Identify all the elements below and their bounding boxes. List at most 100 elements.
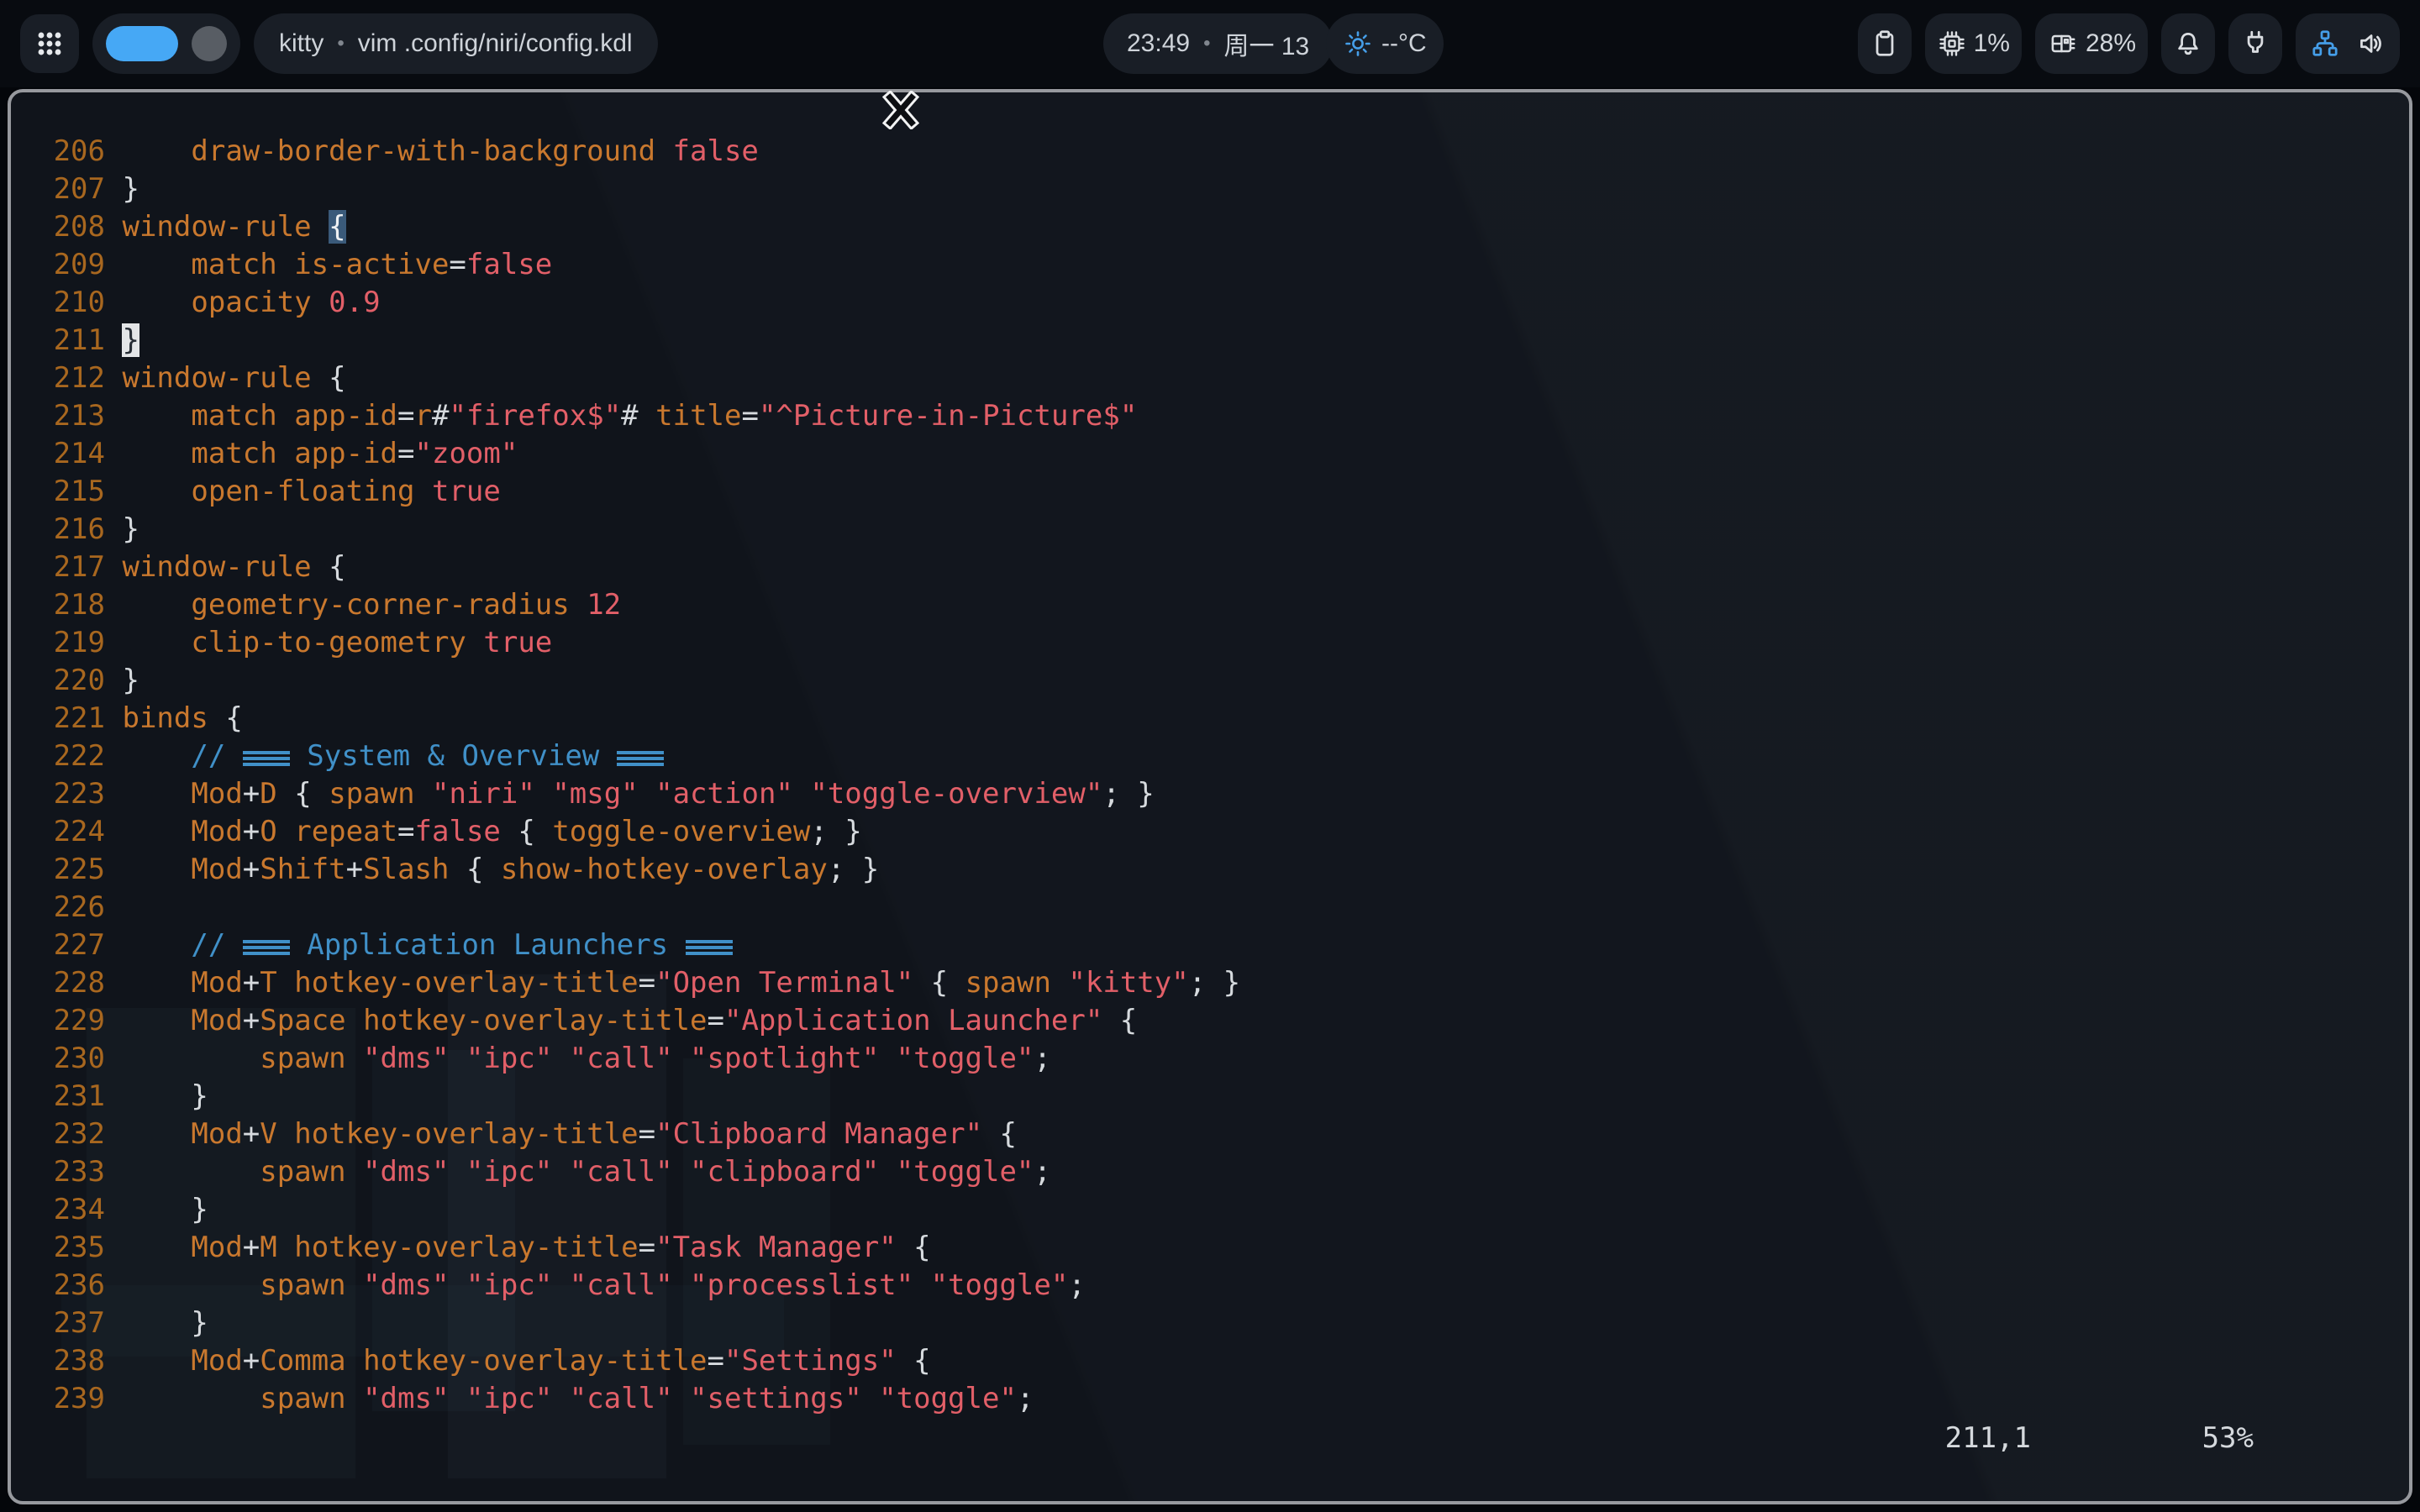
- clock-time: 23:49: [1127, 29, 1190, 58]
- bell-icon: [2172, 28, 2204, 60]
- code-token: "dms" "ipc" "call" "spotlight" "toggle": [363, 1042, 1034, 1075]
- code-token: toggle-overview: [552, 815, 810, 848]
- line-number: 221: [36, 700, 105, 738]
- code-token: }: [122, 172, 139, 206]
- code-token: +: [243, 966, 260, 1000]
- code-token: T hotkey-overlay-title: [260, 966, 638, 1000]
- code-token: }: [122, 1079, 208, 1113]
- line-number: 206: [36, 133, 105, 171]
- code-token: 12: [587, 588, 621, 622]
- code-token: +: [243, 1231, 260, 1264]
- code-token: }: [122, 1193, 208, 1226]
- code-token: {: [897, 1344, 931, 1378]
- workspace-switcher[interactable]: [92, 13, 240, 74]
- code-token: true: [483, 626, 552, 659]
- line-number: 231: [36, 1078, 105, 1116]
- speaker-icon[interactable]: [2354, 28, 2386, 60]
- desktop: kitty • vim .config/niri/config.kdl 23:4…: [0, 0, 2420, 1512]
- code-token: +: [243, 1344, 260, 1378]
- tray-group: [2296, 13, 2400, 74]
- code-line: 230 spawn "dms" "ipc" "call" "spotlight"…: [36, 1040, 2409, 1078]
- clipboard-icon: [1869, 28, 1901, 60]
- code-token: Mod: [191, 1117, 242, 1151]
- code-token: O repeat: [260, 815, 397, 848]
- focused-window-title[interactable]: kitty • vim .config/niri/config.kdl: [254, 13, 658, 74]
- cpu-usage-widget[interactable]: 1%: [1925, 13, 2022, 74]
- line-number: 234: [36, 1191, 105, 1229]
- code-line: 238 Mod+Comma hotkey-overlay-title="Sett…: [36, 1342, 2409, 1380]
- clipboard-button[interactable]: [1858, 13, 1912, 74]
- code-line: 215 open-floating true: [36, 473, 2409, 511]
- code-token: [122, 1042, 260, 1075]
- code-token: =: [639, 966, 655, 1000]
- network-icon[interactable]: [2309, 28, 2341, 60]
- code-token: [122, 739, 191, 773]
- line-number: 208: [36, 208, 105, 246]
- code-token: binds: [122, 701, 225, 735]
- line-number: 232: [36, 1116, 105, 1153]
- code-line: 207 }: [36, 171, 2409, 208]
- code-token: //: [191, 739, 242, 773]
- app-launcher-button[interactable]: [20, 14, 79, 73]
- code-token: [122, 1155, 260, 1189]
- code-token: r: [415, 399, 432, 433]
- code-token: {: [982, 1117, 1017, 1151]
- weather-widget[interactable]: --°C: [1326, 13, 1444, 74]
- vim-ruler-scroll-percent: 53%: [2202, 1420, 2254, 1457]
- power-button[interactable]: [2228, 13, 2282, 74]
- code-token: "^Picture-in-Picture$": [759, 399, 1137, 433]
- code-token: [122, 966, 191, 1000]
- line-number: 238: [36, 1342, 105, 1380]
- code-token: Mod: [191, 853, 242, 886]
- code-token: "Application Launcher": [724, 1004, 1102, 1037]
- line-number: 225: [36, 851, 105, 889]
- line-number: 236: [36, 1267, 105, 1305]
- code-line: 206 draw-border-with-background false: [36, 133, 2409, 171]
- line-number: 227: [36, 927, 105, 964]
- clock-widget[interactable]: 23:49 • 周一 13: [1103, 13, 1333, 74]
- code-token: Space hotkey-overlay-title: [260, 1004, 707, 1037]
- code-token: {: [897, 1231, 931, 1264]
- notifications-button[interactable]: [2161, 13, 2215, 74]
- code-token: "kitty": [1068, 966, 1188, 1000]
- workspace-active-indicator[interactable]: [106, 26, 178, 61]
- code-token: {: [329, 361, 345, 395]
- mouse-cursor-x-icon: [882, 91, 919, 129]
- code-lines: 206 draw-border-with-background false207…: [11, 92, 2409, 1418]
- comment-divider-icon: [686, 940, 733, 955]
- workspace-inactive-indicator[interactable]: [192, 26, 227, 61]
- code-token: #: [621, 399, 638, 433]
- code-line: 231 }: [36, 1078, 2409, 1116]
- code-line: 221 binds {: [36, 700, 2409, 738]
- line-number: 237: [36, 1305, 105, 1342]
- code-token: ; }: [810, 815, 861, 848]
- code-token: +: [243, 1004, 260, 1037]
- code-token: ; }: [1102, 777, 1154, 811]
- code-token: {: [329, 550, 345, 584]
- code-line: 220 }: [36, 662, 2409, 700]
- code-token: spawn: [329, 777, 432, 811]
- code-token: {: [1102, 1004, 1137, 1037]
- code-line: 208 window-rule {: [36, 208, 2409, 246]
- code-token: [122, 1344, 191, 1378]
- code-line: 222 // System & Overview: [36, 738, 2409, 775]
- line-number: 211: [36, 322, 105, 360]
- line-number: 215: [36, 473, 105, 511]
- memory-usage-widget[interactable]: 28%: [2035, 13, 2148, 74]
- code-token: opacity: [191, 286, 329, 319]
- code-token: ; }: [828, 853, 879, 886]
- code-token: +: [243, 815, 260, 848]
- code-token: +: [243, 777, 260, 811]
- code-token: [122, 777, 191, 811]
- code-token: window-rule: [122, 361, 329, 395]
- code-token: "Settings": [724, 1344, 897, 1378]
- code-token: "dms" "ipc" "call" "settings" "toggle": [363, 1382, 1017, 1415]
- line-number: 222: [36, 738, 105, 775]
- code-token: spawn: [260, 1155, 363, 1189]
- kitty-terminal-window[interactable]: 206 draw-border-with-background false207…: [8, 89, 2412, 1504]
- code-token: Mod: [191, 1344, 242, 1378]
- code-token: {: [294, 777, 329, 811]
- code-token: =: [397, 815, 414, 848]
- code-token: match is-active: [191, 248, 449, 281]
- vim-editor[interactable]: 206 draw-border-with-background false207…: [11, 92, 2409, 1501]
